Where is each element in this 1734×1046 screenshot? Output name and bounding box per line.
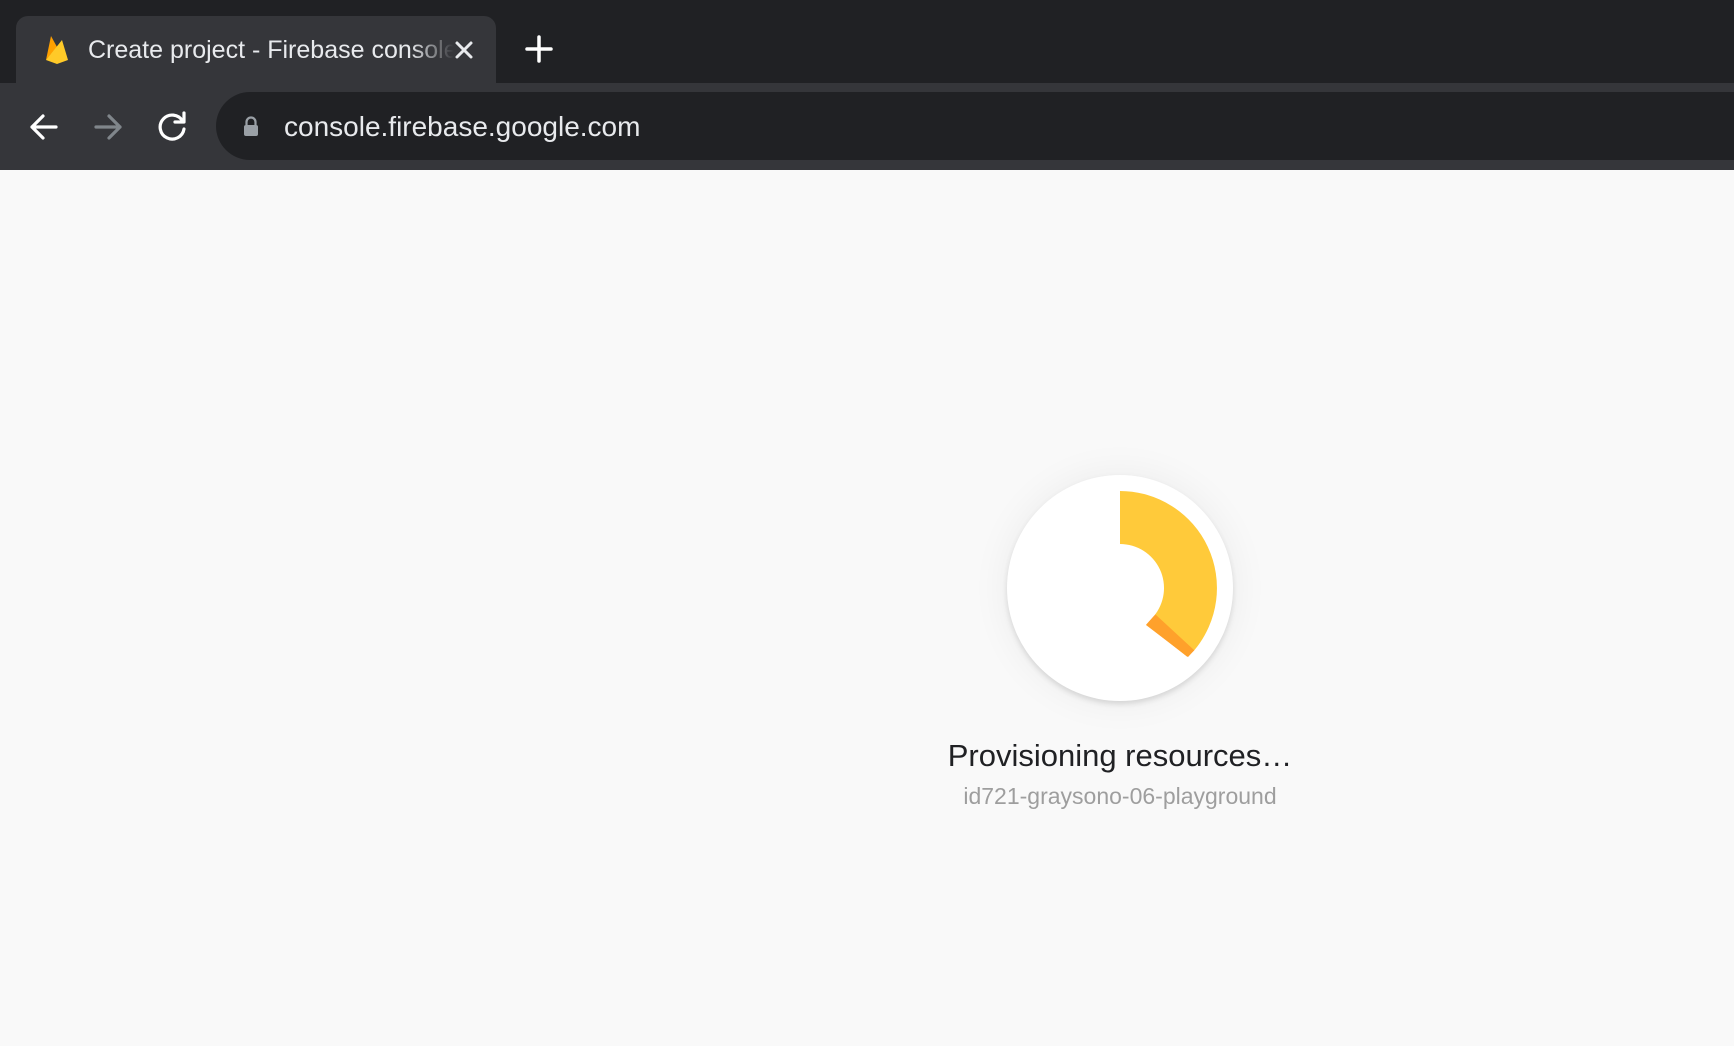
plus-icon[interactable] — [522, 32, 556, 66]
browser-chrome: Create project - Firebase console — [0, 0, 1734, 170]
project-id-label: id721-graysono-06-playground — [963, 783, 1277, 809]
status-title: Provisioning resources… — [947, 738, 1293, 773]
firebase-icon — [46, 36, 68, 64]
arrow-left-icon[interactable] — [24, 107, 64, 147]
tab-strip: Create project - Firebase console — [0, 0, 1734, 83]
tab-title: Create project - Firebase console — [88, 36, 454, 64]
browser-toolbar — [0, 83, 1734, 170]
tab-strip-edge — [0, 76, 14, 83]
arrow-right-icon[interactable] — [88, 107, 128, 147]
lock-icon[interactable] — [240, 115, 262, 137]
close-icon[interactable] — [450, 36, 478, 64]
progress-spinner-graphic — [1120, 491, 1217, 657]
address-bar[interactable] — [216, 92, 1734, 160]
page-content — [0, 170, 1734, 1046]
browser-tab-active[interactable]: Create project - Firebase console — [16, 16, 496, 83]
url-input[interactable] — [284, 110, 1184, 144]
progress-spinner — [1007, 475, 1233, 701]
reload-icon[interactable] — [152, 107, 192, 147]
